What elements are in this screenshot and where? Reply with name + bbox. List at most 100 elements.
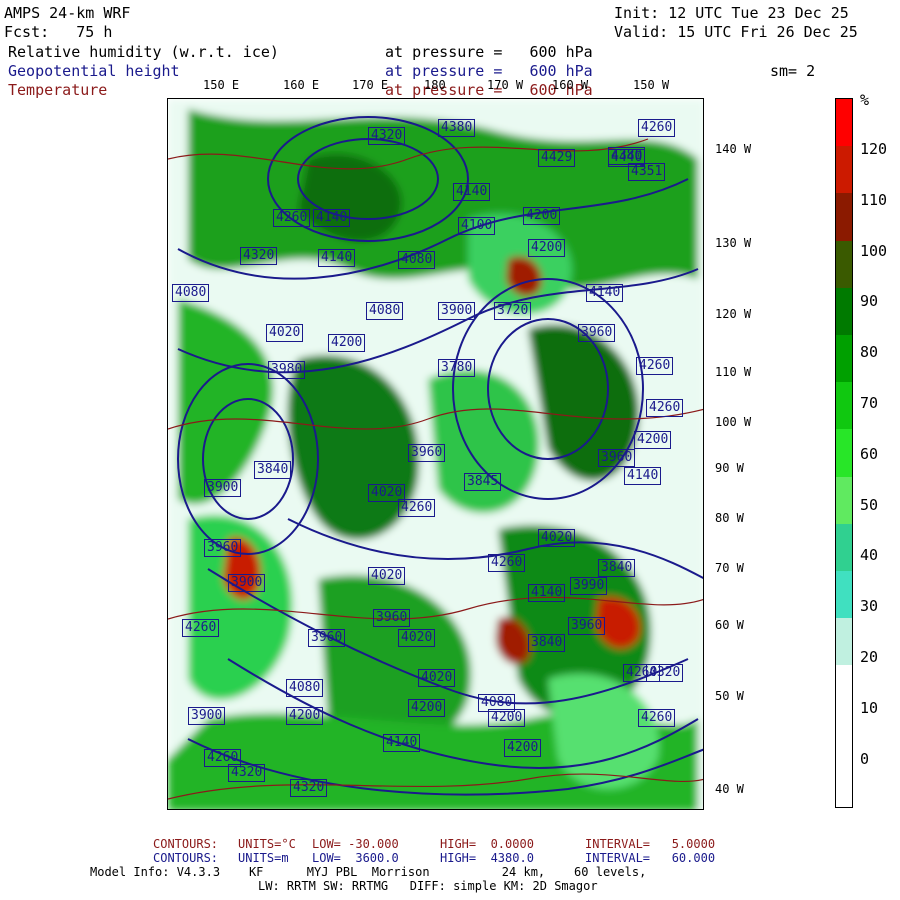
field-height-level: at pressure = 600 hPa — [385, 62, 593, 80]
height-contour-label: 4020 — [398, 629, 436, 647]
height-contour-units: UNITS=m — [238, 851, 289, 865]
edge-longitude-label: 70 W — [715, 561, 744, 575]
model-title: AMPS 24-km WRF — [4, 4, 131, 22]
height-contour-label: 3960 — [408, 444, 446, 462]
colorbar-segment — [836, 240, 852, 288]
edge-longitude-label: 50 W — [715, 689, 744, 703]
longitude-label: 160 W — [552, 78, 589, 92]
height-contour-label: 3960 — [568, 617, 606, 635]
height-contour-label: 3720 — [494, 302, 532, 320]
colorbar-segment — [836, 618, 852, 666]
height-contour-label: 3900 — [438, 302, 476, 320]
colorbar-tick-label: 30 — [860, 597, 879, 616]
longitude-label: 150 E — [203, 78, 240, 92]
edge-longitude-label: 130 W — [715, 236, 752, 250]
colorbar-segment — [836, 712, 852, 760]
height-contour-label: 3900 — [228, 574, 266, 592]
temp-contour-label: CONTOURS: — [153, 837, 219, 851]
colorbar-segment — [836, 287, 852, 335]
height-contour-label: 4020 — [368, 567, 406, 585]
height-contour-label: CONTOURS: — [153, 851, 219, 865]
height-contour-label: 4260 — [273, 209, 311, 227]
edge-longitude-label: 90 W — [715, 461, 744, 475]
colorbar-tick-label: 40 — [860, 546, 879, 565]
height-contour-label: 4260 — [488, 554, 526, 572]
height-contour-label: 4140 — [383, 734, 421, 752]
map-panel: 4380 4260 4320 4440 4429 4351 4260 4140 4140 4080… — [167, 98, 704, 810]
model-info-line: Model Info: V4.3.3 KF MYJ PBL Morrison 2… — [90, 865, 647, 879]
longitude-label: 180 — [424, 78, 446, 92]
height-contour-label: 4140 — [453, 183, 491, 201]
height-contour-label: 4020 — [266, 324, 304, 342]
colorbar-segment — [836, 99, 852, 147]
colorbar-segment — [836, 335, 852, 383]
height-contour-interval: INTERVAL= 60.000 — [585, 851, 716, 865]
height-contour-label: 4320 — [368, 127, 406, 145]
height-contour-label: 4320 — [240, 247, 278, 265]
height-contour-label: 3900 — [204, 479, 242, 497]
longitude-label: 150 W — [633, 78, 670, 92]
height-contour-label: 3960 — [578, 324, 616, 342]
height-contour-label: 4200 — [328, 334, 366, 352]
height-contour-label: 4260 — [638, 119, 676, 137]
colorbar-tick-label: 70 — [860, 394, 879, 412]
edge-longitude-label: 100 W — [715, 415, 752, 429]
height-contour-label: 4100 — [458, 217, 496, 235]
height-contour-label: 4320 — [290, 779, 328, 797]
longitude-label: 170 E — [352, 78, 389, 92]
edge-longitude-label: 60 W — [715, 618, 744, 632]
height-contour-high: HIGH= 4380.0 — [440, 851, 534, 865]
height-contour-label: 3840 — [598, 559, 636, 577]
colorbar-tick-label: 20 — [860, 648, 879, 666]
height-contour-label: 4080 — [286, 679, 324, 697]
init-time: Init: 12 UTC Tue 23 Dec 25 — [614, 4, 849, 22]
height-contour-label: 3980 — [268, 361, 306, 379]
longitude-label: 170 W — [487, 78, 524, 92]
colorbar-tick-label: 10 — [860, 698, 879, 717]
colorbar-tick-label: 90 — [860, 292, 879, 311]
height-contour-label: 4429 — [538, 149, 576, 167]
temp-contour-high: HIGH= 0.0000 — [440, 837, 534, 851]
height-contour-label: 4080 — [478, 694, 516, 712]
height-contour-label: 4020 — [538, 529, 576, 547]
colorbar-segment — [836, 382, 852, 430]
colorbar-tick-label: 120 — [860, 140, 888, 158]
colorbar-segment — [836, 759, 852, 807]
height-contour-label: 4351 — [628, 163, 666, 181]
height-contour-label: 3840 — [528, 634, 566, 652]
colorbar-segment — [836, 476, 852, 524]
height-contour-label: 4320 — [646, 664, 684, 682]
height-contour-label: 4020 — [418, 669, 456, 687]
height-contour-label: 4140 — [586, 284, 624, 302]
height-contour-label: 3990 — [570, 577, 608, 595]
height-contour-label: 4380 — [608, 147, 646, 165]
colorbar-tick-label: 0 — [860, 749, 870, 768]
height-contour-label: 4140 — [624, 467, 662, 485]
height-contour-label: 4140 — [528, 584, 566, 602]
height-contour-label: 3900 — [188, 707, 226, 725]
height-contour-low: LOW= 3600.0 — [312, 851, 399, 865]
height-contour-label: 3960 — [373, 609, 411, 627]
height-contour-label: 4200 — [523, 207, 561, 225]
height-contour-label: 4320 — [228, 764, 266, 782]
height-contour-label: 4140 — [318, 249, 356, 267]
height-contour-label: 4200 — [408, 699, 446, 717]
height-contour-label: 4260 — [398, 499, 436, 517]
colorbar-segment — [836, 146, 852, 194]
colorbar-segment — [836, 193, 852, 241]
field-rh-name: Relative humidity (w.r.t. ice) — [8, 43, 279, 61]
field-temp-name: Temperature — [8, 81, 108, 99]
field-rh-level: at pressure = 600 hPa — [385, 43, 593, 61]
temp-contour-interval: INTERVAL= 5.0000 — [585, 837, 716, 851]
colorbar-tick-label: 110 — [860, 190, 888, 209]
colorbar-tick-label: 100 — [860, 241, 888, 260]
height-contour-label: 4080 — [366, 302, 404, 320]
forecast-hour: Fcst: 75 h — [4, 23, 113, 41]
height-contour-label: 4260 — [646, 399, 684, 417]
height-contour-label: 4200 — [504, 739, 542, 757]
height-contour-label: 4380 — [438, 119, 476, 137]
colorbar-segment — [836, 429, 852, 477]
height-contour-label: 4260 — [182, 619, 220, 637]
height-contour-label: 3960 — [308, 629, 346, 647]
longitude-label: 160 E — [283, 78, 320, 92]
